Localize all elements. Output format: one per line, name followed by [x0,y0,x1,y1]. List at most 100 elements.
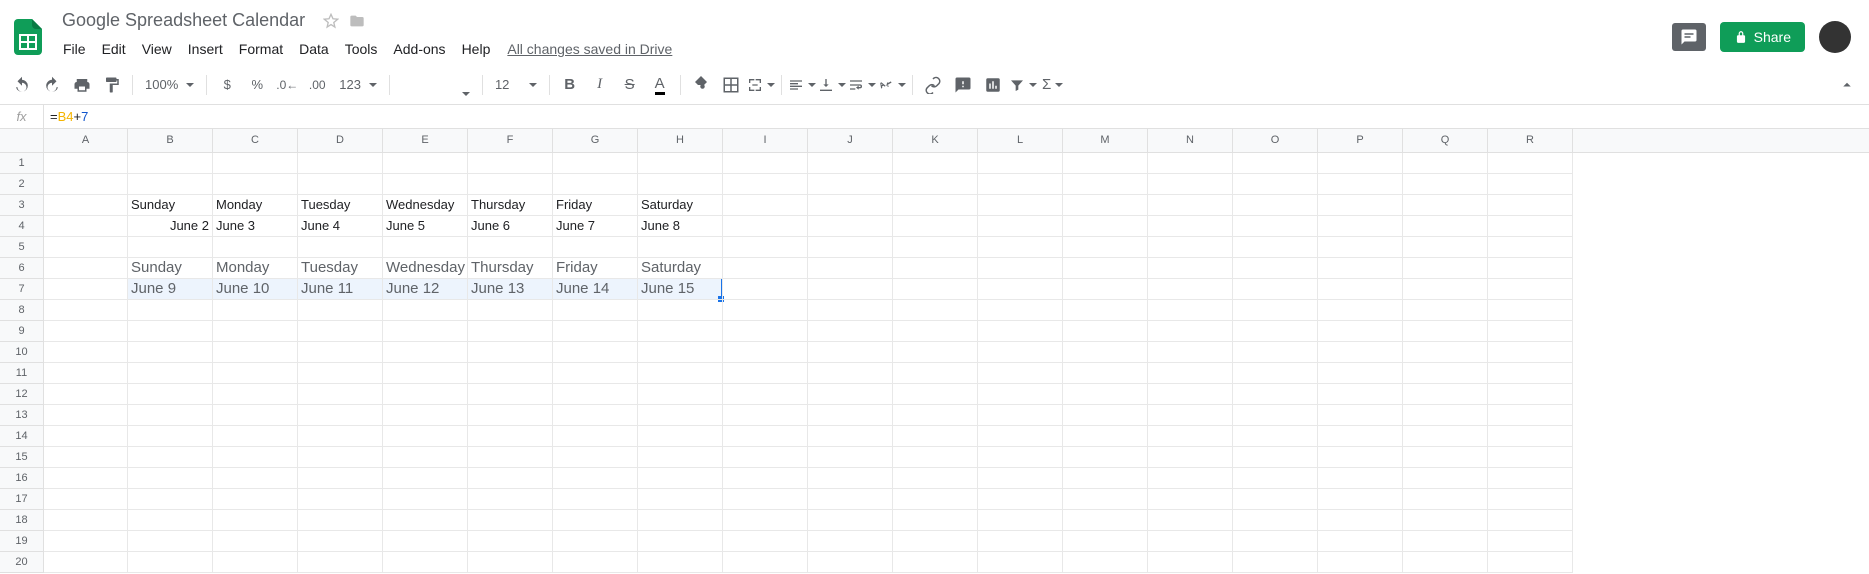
column-header-B[interactable]: B [128,129,213,152]
cell-O16[interactable] [1233,468,1318,489]
cell-P16[interactable] [1318,468,1403,489]
cell-N4[interactable] [1148,216,1233,237]
cell-I7[interactable] [723,279,808,300]
cell-P19[interactable] [1318,531,1403,552]
cell-G4[interactable]: June 7 [553,216,638,237]
cell-P10[interactable] [1318,342,1403,363]
cell-B13[interactable] [128,405,213,426]
cell-Q5[interactable] [1403,237,1488,258]
cell-N11[interactable] [1148,363,1233,384]
horizontal-align-button[interactable] [788,71,816,99]
cell-E4[interactable]: June 5 [383,216,468,237]
cell-A10[interactable] [44,342,128,363]
cell-O8[interactable] [1233,300,1318,321]
cell-M11[interactable] [1063,363,1148,384]
cell-C7[interactable]: June 10 [213,279,298,300]
cell-D3[interactable]: Tuesday [298,195,383,216]
cell-A4[interactable] [44,216,128,237]
cell-L10[interactable] [978,342,1063,363]
cell-L4[interactable] [978,216,1063,237]
cell-O15[interactable] [1233,447,1318,468]
cell-B15[interactable] [128,447,213,468]
cell-I1[interactable] [723,153,808,174]
cell-N20[interactable] [1148,552,1233,573]
cell-K7[interactable] [893,279,978,300]
cell-G15[interactable] [553,447,638,468]
cell-I20[interactable] [723,552,808,573]
cell-M16[interactable] [1063,468,1148,489]
cell-E5[interactable] [383,237,468,258]
cell-N18[interactable] [1148,510,1233,531]
cell-E18[interactable] [383,510,468,531]
cell-P7[interactable] [1318,279,1403,300]
cell-O6[interactable] [1233,258,1318,279]
cell-R16[interactable] [1488,468,1573,489]
cell-G6[interactable]: Friday [553,258,638,279]
cell-D16[interactable] [298,468,383,489]
cell-K16[interactable] [893,468,978,489]
cell-F16[interactable] [468,468,553,489]
cell-L9[interactable] [978,321,1063,342]
cell-F8[interactable] [468,300,553,321]
cell-N15[interactable] [1148,447,1233,468]
cell-A8[interactable] [44,300,128,321]
cell-P13[interactable] [1318,405,1403,426]
cell-P3[interactable] [1318,195,1403,216]
cell-E7[interactable]: June 12 [383,279,468,300]
cell-M7[interactable] [1063,279,1148,300]
menu-insert[interactable]: Insert [181,37,230,61]
cell-F9[interactable] [468,321,553,342]
column-header-C[interactable]: C [213,129,298,152]
cell-J8[interactable] [808,300,893,321]
cell-G2[interactable] [553,174,638,195]
fill-color-button[interactable] [687,71,715,99]
cell-R4[interactable] [1488,216,1573,237]
decrease-decimal-button[interactable]: .0← [273,71,301,99]
cell-D20[interactable] [298,552,383,573]
cell-M10[interactable] [1063,342,1148,363]
cell-F15[interactable] [468,447,553,468]
cell-A13[interactable] [44,405,128,426]
cell-N14[interactable] [1148,426,1233,447]
cell-O9[interactable] [1233,321,1318,342]
cell-A5[interactable] [44,237,128,258]
strikethrough-button[interactable]: S [616,71,644,99]
column-header-F[interactable]: F [468,129,553,152]
cell-E20[interactable] [383,552,468,573]
cell-A16[interactable] [44,468,128,489]
cell-R15[interactable] [1488,447,1573,468]
cell-Q12[interactable] [1403,384,1488,405]
undo-button[interactable] [8,71,36,99]
cell-C13[interactable] [213,405,298,426]
row-header-11[interactable]: 11 [0,363,43,384]
cell-L14[interactable] [978,426,1063,447]
cell-J1[interactable] [808,153,893,174]
cell-D1[interactable] [298,153,383,174]
cell-B5[interactable] [128,237,213,258]
cell-L11[interactable] [978,363,1063,384]
cell-P11[interactable] [1318,363,1403,384]
cell-N12[interactable] [1148,384,1233,405]
cell-L16[interactable] [978,468,1063,489]
cell-G1[interactable] [553,153,638,174]
cell-H4[interactable]: June 8 [638,216,723,237]
row-header-16[interactable]: 16 [0,468,43,489]
cell-C5[interactable] [213,237,298,258]
cell-I11[interactable] [723,363,808,384]
cell-H15[interactable] [638,447,723,468]
row-header-5[interactable]: 5 [0,237,43,258]
cell-C8[interactable] [213,300,298,321]
cell-N13[interactable] [1148,405,1233,426]
cell-P17[interactable] [1318,489,1403,510]
cell-R7[interactable] [1488,279,1573,300]
column-header-H[interactable]: H [638,129,723,152]
cell-H20[interactable] [638,552,723,573]
cell-B19[interactable] [128,531,213,552]
cell-K15[interactable] [893,447,978,468]
cell-D17[interactable] [298,489,383,510]
row-header-8[interactable]: 8 [0,300,43,321]
cell-H13[interactable] [638,405,723,426]
cell-H8[interactable] [638,300,723,321]
cell-G8[interactable] [553,300,638,321]
cell-M2[interactable] [1063,174,1148,195]
